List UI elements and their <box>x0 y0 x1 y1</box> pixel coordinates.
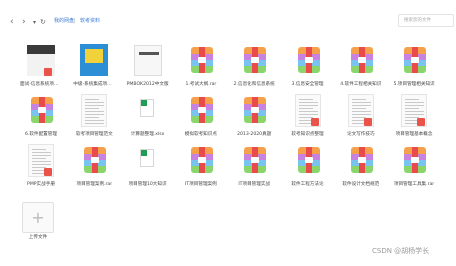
file-name: PMP实战手册 <box>27 182 55 187</box>
file-item[interactable]: 1.考试大纲.rar <box>180 42 222 94</box>
book-cover-thumbnail <box>25 42 57 78</box>
file-item[interactable]: 软考项目管理范文 <box>73 92 115 144</box>
spreadsheet-icon <box>132 142 164 178</box>
watermark: CSDN @胡杨学长 <box>372 247 430 255</box>
refresh-icon[interactable]: ↻ <box>40 17 46 27</box>
archive-icon <box>398 142 430 178</box>
archive-icon <box>398 42 430 78</box>
file-item[interactable]: PMBOK2012中文版 <box>127 42 169 94</box>
file-name: 2013-2020真题 <box>237 132 272 137</box>
file-item[interactable]: 5.项目管理相关知识 <box>393 42 435 94</box>
file-name: 3.信息安全管理 <box>291 82 324 87</box>
archive-icon <box>238 142 270 178</box>
file-name: IT项目管理实战 <box>238 182 271 187</box>
file-item[interactable]: 计算题整理.xlsx <box>127 92 169 144</box>
file-name: 项目管理基本概念 <box>395 132 433 137</box>
file-name: 面试-信息系统项目管理师 <box>20 82 62 87</box>
archive-icon <box>185 92 217 128</box>
file-item[interactable]: 项目管理基本概念 <box>393 92 435 144</box>
plus-icon: + <box>31 208 45 227</box>
file-item[interactable]: IT项目管理实战 <box>233 142 275 194</box>
document-icon <box>25 142 57 178</box>
file-name: 软件设计文档规范 <box>342 182 380 187</box>
file-name: 计算题整理.xlsx <box>130 132 165 137</box>
archive-icon <box>238 92 270 128</box>
file-item[interactable]: PMP实战手册 <box>20 142 62 194</box>
pdf-icon <box>417 118 426 126</box>
book-cover-thumbnail <box>78 42 110 78</box>
file-name: 项目管理工具集.rar <box>393 182 435 187</box>
file-item[interactable]: 面试-信息系统项目管理师 <box>20 42 62 94</box>
file-name: 1.考试大纲.rar <box>185 82 217 87</box>
file-item[interactable]: 项目管理工具集.rar <box>393 142 435 194</box>
upload-button[interactable]: + <box>22 202 54 233</box>
pdf-icon <box>44 168 52 176</box>
spreadsheet-icon <box>132 92 164 128</box>
file-item[interactable]: 2.信息化和信息系统 <box>233 42 275 94</box>
file-name: 软考知识点整理 <box>291 132 324 137</box>
breadcrumb-current[interactable]: 软考资料 <box>80 18 100 24</box>
file-name: 模拟软考知识点 <box>184 132 217 137</box>
file-name: 论文写作技巧 <box>347 132 375 137</box>
file-item[interactable]: 软件设计文档规范 <box>340 142 382 194</box>
file-item[interactable]: 论文写作技巧 <box>340 92 382 144</box>
archive-icon <box>185 142 217 178</box>
file-item[interactable]: 项目管理案例.rar <box>73 142 115 194</box>
archive-icon <box>185 42 217 78</box>
file-name: PMBOK2012中文版 <box>126 82 169 87</box>
file-item[interactable]: 4.软件工程相关知识 <box>340 42 382 94</box>
file-name: IT项目管理案例 <box>185 182 217 187</box>
file-item[interactable]: IT项目管理案例 <box>180 142 222 194</box>
file-name: 5.项目管理相关知识 <box>393 82 435 87</box>
back-button[interactable]: ‹ <box>10 17 14 27</box>
file-name: 6.软件配置管理 <box>25 132 57 137</box>
breadcrumb-separator: | <box>74 18 76 24</box>
archive-icon <box>292 142 324 178</box>
file-name: 项目管理案例.rar <box>76 182 113 187</box>
archive-icon <box>78 142 110 178</box>
file-name: 软考项目管理范文 <box>75 132 113 137</box>
file-name: 中级-系统集成项目管理工程师 <box>73 82 116 87</box>
dropdown-icon[interactable]: ▾ <box>33 18 36 28</box>
archive-icon <box>25 92 57 128</box>
document-icon <box>398 92 430 128</box>
toolbar: ‹ › ▾ ↻ 我的网盘 | 软考资料 搜索您的文件 <box>0 0 456 34</box>
pdf-icon <box>310 118 319 126</box>
pdf-icon <box>363 118 372 126</box>
pdf-icon <box>44 68 52 76</box>
archive-icon <box>292 42 324 78</box>
search-input[interactable]: 搜索您的文件 <box>398 14 454 27</box>
forward-button[interactable]: › <box>22 17 26 27</box>
file-item[interactable]: 软件工程方法论 <box>287 142 329 194</box>
file-item[interactable]: 项目管理10大知识 <box>127 142 169 194</box>
archive-icon <box>345 142 377 178</box>
file-name: 4.软件工程相关知识 <box>340 82 382 87</box>
file-item[interactable]: 6.软件配置管理 <box>20 92 62 144</box>
breadcrumb-root[interactable]: 我的网盘 <box>54 18 74 24</box>
file-item[interactable]: 软考知识点整理 <box>287 92 329 144</box>
book-cover-thumbnail <box>132 42 164 78</box>
upload-label: 上传文件 <box>28 235 48 240</box>
file-name: 2.信息化和信息系统 <box>233 82 275 87</box>
document-icon <box>78 92 110 128</box>
archive-icon <box>238 42 270 78</box>
file-item[interactable]: 2013-2020真题 <box>233 92 275 144</box>
file-item[interactable]: 中级-系统集成项目管理工程师 <box>73 42 115 94</box>
file-item[interactable]: 3.信息安全管理 <box>287 42 329 94</box>
file-name: 软件工程方法论 <box>291 182 324 187</box>
archive-icon <box>345 42 377 78</box>
file-name: 项目管理10大知识 <box>128 182 167 187</box>
document-icon <box>345 92 377 128</box>
document-icon <box>292 92 324 128</box>
file-item[interactable]: 模拟软考知识点 <box>180 92 222 144</box>
